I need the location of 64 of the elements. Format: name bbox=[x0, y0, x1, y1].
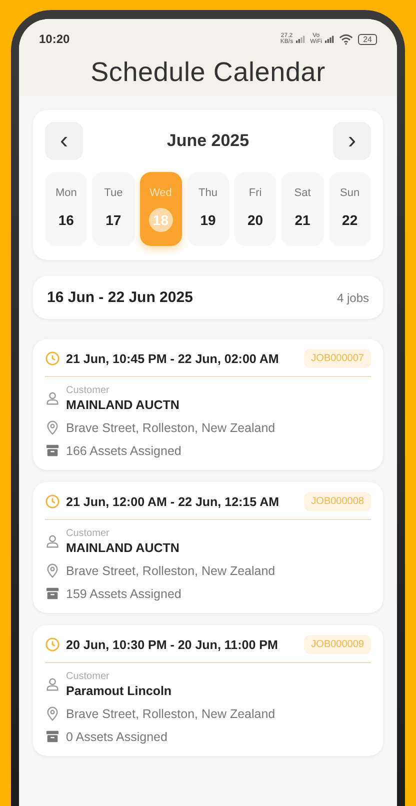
date-number: 20 bbox=[246, 210, 264, 230]
location-pin-icon bbox=[45, 563, 60, 578]
date-number: 16 bbox=[57, 210, 75, 230]
job-id-badge: JOB000008 bbox=[304, 492, 371, 511]
month-label: June 2025 bbox=[166, 131, 250, 151]
customer-label: Customer bbox=[66, 671, 110, 682]
date-number: 22 bbox=[341, 210, 359, 230]
day-tile[interactable]: Tue 17 bbox=[92, 172, 135, 246]
wifi-icon bbox=[339, 34, 354, 44]
job-time: 21 Jun, 10:45 PM - 22 Jun, 02:00 AM bbox=[66, 352, 280, 366]
customer-label: Customer bbox=[66, 528, 110, 539]
customer-name: MAINLAND AUCTN bbox=[66, 398, 180, 412]
weekday-label: Sun bbox=[340, 186, 360, 198]
date-number: 21 bbox=[294, 210, 312, 230]
date-number: 17 bbox=[104, 210, 122, 230]
clock-icon bbox=[45, 494, 60, 509]
assets-assigned: 166 Assets Assigned bbox=[66, 444, 182, 458]
weekday-label: Sat bbox=[294, 186, 311, 198]
next-month-button[interactable]: › bbox=[332, 122, 371, 160]
job-time: 21 Jun, 12:00 AM - 22 Jun, 12:15 AM bbox=[66, 494, 280, 508]
customer-name: MAINLAND AUCTN bbox=[66, 541, 180, 555]
job-card[interactable]: 21 Jun, 10:45 PM - 22 Jun, 02:00 AM JOB000007 Customer MAINLAND AUCTN Brave Street, Rolleston, New Zealand 166 Assets Assigned bbox=[33, 339, 383, 470]
day-tile[interactable]: Sat 21 bbox=[281, 172, 324, 246]
assets-assigned: 159 Assets Assigned bbox=[66, 586, 182, 600]
weekday-label: Thu bbox=[198, 186, 218, 198]
assets-assigned: 0 Assets Assigned bbox=[66, 730, 168, 744]
clock-icon bbox=[45, 351, 60, 366]
person-icon bbox=[45, 534, 60, 549]
day-tile[interactable]: Fri 20 bbox=[234, 172, 276, 246]
date-number: 18 bbox=[148, 208, 173, 232]
customer-name: Paramout Lincoln bbox=[66, 684, 172, 698]
job-card[interactable]: 21 Jun, 12:00 AM - 22 Jun, 12:15 AM JOB000008 Customer MAINLAND AUCTN Brave Street, Rolleston, New Zealand 159 Assets Assigned bbox=[33, 482, 383, 613]
signal-icon bbox=[325, 35, 336, 43]
job-address: Brave Street, Rolleston, New Zealand bbox=[66, 564, 276, 578]
job-time: 20 Jun, 10:30 PM - 20 Jun, 11:00 PM bbox=[66, 638, 279, 652]
job-address: Brave Street, Rolleston, New Zealand bbox=[66, 706, 276, 720]
person-icon bbox=[45, 677, 60, 692]
day-tile[interactable]: Mon 16 bbox=[45, 172, 88, 246]
customer-label: Customer bbox=[66, 385, 110, 396]
location-pin-icon bbox=[45, 420, 60, 435]
previous-month-button[interactable]: ‹ bbox=[45, 122, 83, 160]
job-count: 4 jobs bbox=[336, 290, 369, 304]
page-title: Schedule Calendar bbox=[90, 57, 326, 88]
clock-icon bbox=[45, 637, 60, 652]
job-address: Brave Street, Rolleston, New Zealand bbox=[66, 420, 276, 434]
weekday-label: Wed bbox=[149, 186, 172, 198]
job-id-badge: JOB000009 bbox=[304, 635, 371, 654]
person-icon bbox=[45, 391, 60, 406]
location-pin-icon bbox=[45, 706, 60, 721]
date-number: 19 bbox=[199, 210, 217, 230]
job-card[interactable]: 20 Jun, 10:30 PM - 20 Jun, 11:00 PM JOB000009 Customer Paramout Lincoln Brave Street, Rolleston, New Zealand 0 Assets Assigned bbox=[33, 625, 383, 756]
weekday-label: Fri bbox=[248, 186, 262, 198]
signal-icon bbox=[296, 35, 308, 43]
weekday-label: Mon bbox=[55, 186, 77, 198]
date-range: 16 Jun - 22 Jun 2025 bbox=[47, 289, 193, 306]
job-id-badge: JOB000007 bbox=[304, 349, 371, 368]
status-time: 10:20 bbox=[39, 32, 70, 46]
archive-box-icon bbox=[45, 729, 60, 744]
day-tile[interactable]: Thu 19 bbox=[186, 172, 230, 246]
weekday-label: Tue bbox=[104, 186, 123, 198]
battery-indicator: 24 bbox=[358, 34, 377, 44]
archive-box-icon bbox=[45, 586, 60, 601]
day-tile[interactable]: Sun 22 bbox=[328, 172, 371, 246]
archive-box-icon bbox=[45, 443, 60, 458]
